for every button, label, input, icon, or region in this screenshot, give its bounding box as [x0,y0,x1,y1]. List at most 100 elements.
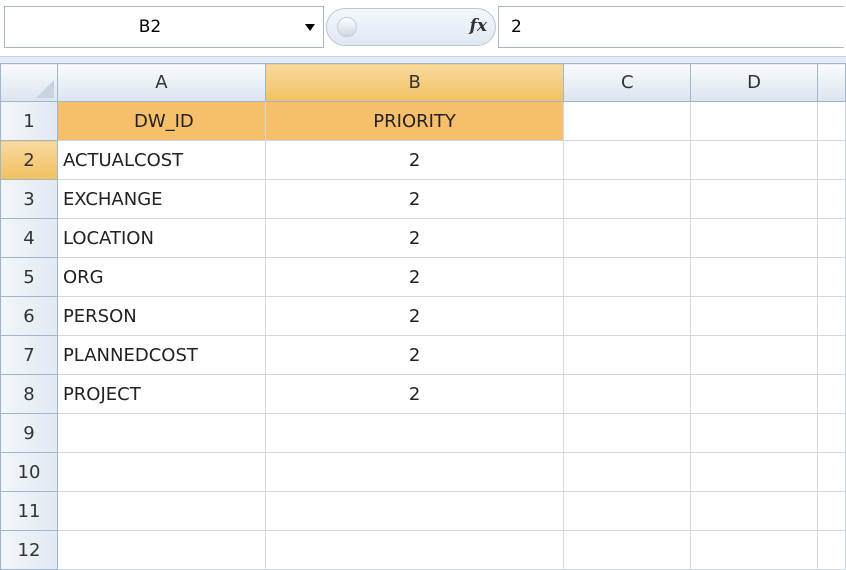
row-header[interactable]: 10 [0,452,58,492]
column-header-a[interactable]: A [56,63,266,102]
cell-a1[interactable]: DW_ID [56,101,266,141]
select-all-button[interactable] [0,63,58,102]
table-row: 9 [0,413,846,453]
cell-e6[interactable] [817,296,846,336]
name-box-value[interactable]: B2 [5,7,295,47]
cell-c3[interactable] [563,179,692,219]
cell-d7[interactable] [690,335,819,375]
cell-c8[interactable] [563,374,692,414]
grid-body: 1 DW_ID PRIORITY 2 ACTUALCOST 2 3 EXCHAN… [0,101,846,570]
cell-e2[interactable] [817,140,846,180]
row-header[interactable]: 1 [0,101,58,141]
row-header[interactable]: 8 [0,374,58,414]
cell-c9[interactable] [563,413,692,453]
cell-d3[interactable] [690,179,819,219]
row-header[interactable]: 6 [0,296,58,336]
cell-a9[interactable] [56,413,266,453]
cell-c10[interactable] [563,452,692,492]
cell-c7[interactable] [563,335,692,375]
spreadsheet-grid[interactable]: A B C D 1 DW_ID PRIORITY 2 ACTUALCOST 2 … [0,63,846,570]
cell-d10[interactable] [690,452,819,492]
cell-d12[interactable] [690,530,819,570]
cell-a4[interactable]: LOCATION [56,218,266,258]
table-row: 3 EXCHANGE 2 [0,179,846,219]
cell-c11[interactable] [563,491,692,531]
table-row: 7 PLANNEDCOST 2 [0,335,846,375]
select-all-icon[interactable] [35,80,54,98]
column-header-c[interactable]: C [563,63,692,102]
table-row: 5 ORG 2 [0,257,846,297]
cell-b5[interactable]: 2 [264,257,565,297]
table-row: 4 LOCATION 2 [0,218,846,258]
cell-e4[interactable] [817,218,846,258]
formula-value[interactable]: 2 [511,7,522,47]
row-header[interactable]: 9 [0,413,58,453]
cell-e5[interactable] [817,257,846,297]
cell-e9[interactable] [817,413,846,453]
cell-a12[interactable] [56,530,266,570]
cell-a3[interactable]: EXCHANGE [56,179,266,219]
cell-b6[interactable]: 2 [264,296,565,336]
cell-d11[interactable] [690,491,819,531]
cell-e8[interactable] [817,374,846,414]
table-row: 11 [0,491,846,531]
formula-bar-resize-icon[interactable] [337,17,357,37]
cell-c12[interactable] [563,530,692,570]
insert-function-icon[interactable]: fx [470,16,487,36]
column-header-d[interactable]: D [690,63,819,102]
cell-a7[interactable]: PLANNEDCOST [56,335,266,375]
cell-a11[interactable] [56,491,266,531]
column-header-e[interactable] [817,63,846,102]
cell-c4[interactable] [563,218,692,258]
cell-e11[interactable] [817,491,846,531]
cell-d6[interactable] [690,296,819,336]
cell-b10[interactable] [264,452,565,492]
table-row: 2 ACTUALCOST 2 [0,140,846,180]
column-header-b[interactable]: B [264,63,565,102]
cell-a5[interactable]: ORG [56,257,266,297]
cell-e1[interactable] [817,101,846,141]
cell-d4[interactable] [690,218,819,258]
cell-b9[interactable] [264,413,565,453]
cell-b12[interactable] [264,530,565,570]
row-header[interactable]: 5 [0,257,58,297]
cell-b7[interactable]: 2 [264,335,565,375]
function-button[interactable]: fx [326,8,496,46]
formula-input[interactable]: 2 [498,6,844,48]
cell-a8[interactable]: PROJECT [56,374,266,414]
cell-b2[interactable]: 2 [264,140,565,180]
row-header[interactable]: 3 [0,179,58,219]
cell-d9[interactable] [690,413,819,453]
cell-e10[interactable] [817,452,846,492]
cell-c6[interactable] [563,296,692,336]
cell-c5[interactable] [563,257,692,297]
cell-e3[interactable] [817,179,846,219]
cell-b4[interactable]: 2 [264,218,565,258]
cell-d8[interactable] [690,374,819,414]
cell-c2[interactable] [563,140,692,180]
name-box-dropdown-icon[interactable] [305,24,315,31]
table-row: 8 PROJECT 2 [0,374,846,414]
row-header[interactable]: 4 [0,218,58,258]
cell-a6[interactable]: PERSON [56,296,266,336]
cell-b8[interactable]: 2 [264,374,565,414]
cell-b11[interactable] [264,491,565,531]
name-box[interactable]: B2 [4,6,324,48]
table-row: 1 DW_ID PRIORITY [0,101,846,141]
cell-e12[interactable] [817,530,846,570]
table-row: 12 [0,530,846,570]
cell-a10[interactable] [56,452,266,492]
cell-b3[interactable]: 2 [264,179,565,219]
cell-b1[interactable]: PRIORITY [264,101,565,141]
cell-e7[interactable] [817,335,846,375]
row-header[interactable]: 12 [0,530,58,570]
cell-a2[interactable]: ACTUALCOST [56,140,266,180]
cell-d1[interactable] [690,101,819,141]
row-header[interactable]: 2 [0,140,58,180]
row-header[interactable]: 7 [0,335,58,375]
row-header[interactable]: 11 [0,491,58,531]
cell-d5[interactable] [690,257,819,297]
cell-d2[interactable] [690,140,819,180]
cell-c1[interactable] [563,101,692,141]
column-header-row: A B C D [0,63,846,102]
